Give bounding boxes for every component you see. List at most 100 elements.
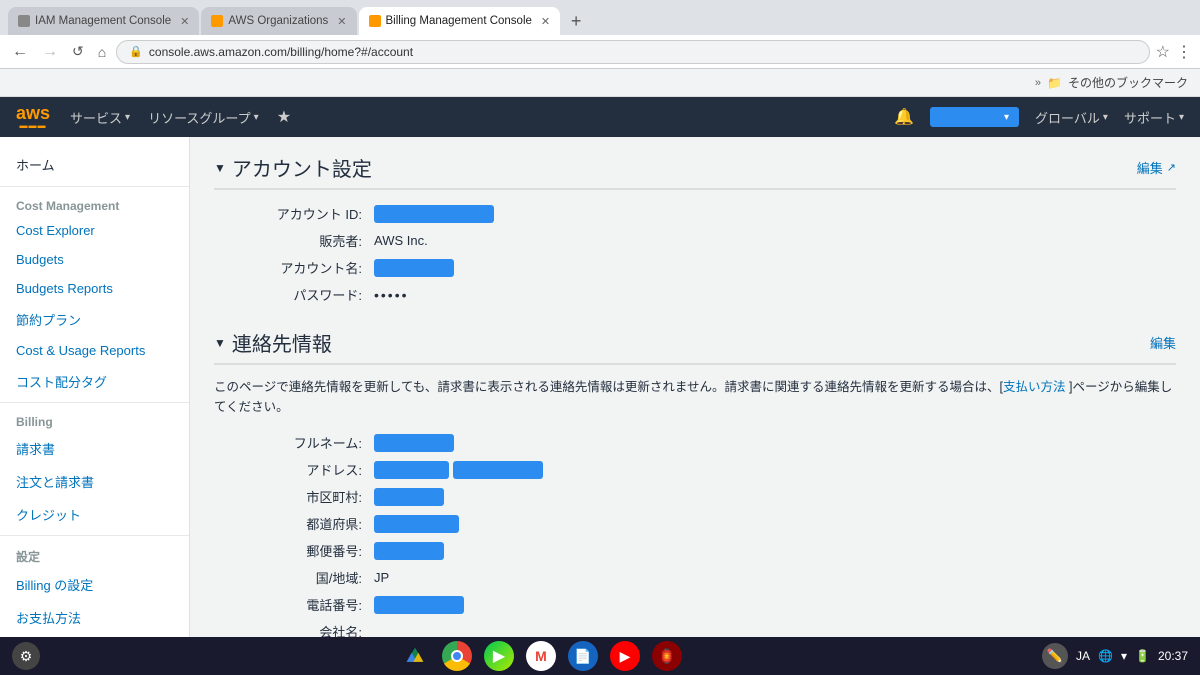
account-edit-link[interactable]: 編集 ↗ bbox=[1137, 158, 1176, 177]
resource-groups-label: リソースグループ bbox=[148, 108, 251, 127]
star-bookmark[interactable]: ☆ bbox=[1156, 42, 1170, 62]
taskbar-extra-icon[interactable]: 🏮 bbox=[652, 641, 682, 671]
prefecture-value bbox=[374, 515, 459, 533]
tab-orgs[interactable]: AWS Organizations ✕ bbox=[201, 7, 356, 35]
address-value2 bbox=[453, 461, 543, 479]
phone-label: 電話番号: bbox=[214, 595, 374, 614]
taskbar-gmail-icon[interactable]: M bbox=[526, 641, 556, 671]
taskbar-edit-icon[interactable]: ✏️ bbox=[1042, 643, 1068, 669]
account-id-value bbox=[374, 205, 494, 223]
country-row: 国/地域: JP bbox=[214, 568, 1176, 587]
taskbar-dropdown-icon[interactable]: ▾ bbox=[1121, 649, 1127, 663]
external-link-icon: ↗ bbox=[1167, 161, 1176, 174]
tab-iam-label: IAM Management Console bbox=[35, 15, 171, 27]
sidebar-section-cost-management: Cost Management bbox=[0, 191, 189, 216]
contact-collapse-icon[interactable]: ▼ bbox=[214, 336, 226, 350]
bookmark-extend: » bbox=[1035, 77, 1041, 89]
tab-billing-close[interactable]: ✕ bbox=[541, 15, 550, 28]
main-content: ▼ アカウント設定 編集 ↗ アカウント ID: 販売者: AWS Inc. bbox=[190, 137, 1200, 637]
new-tab-button[interactable]: + bbox=[562, 7, 590, 35]
password-label: パスワード: bbox=[214, 285, 374, 304]
url-input[interactable]: 🔒 console.aws.amazon.com/billing/home?#/… bbox=[116, 40, 1149, 64]
tab-iam[interactable]: IAM Management Console ✕ bbox=[8, 7, 199, 35]
password-row: パスワード: ••••• bbox=[214, 285, 1176, 304]
taskbar-network-icon: 🌐 bbox=[1098, 649, 1113, 663]
taskbar-center: ▶ M 📄 ▶ 🏮 bbox=[50, 641, 1032, 671]
tab-orgs-close[interactable]: ✕ bbox=[337, 15, 346, 28]
home-button[interactable]: ⌂ bbox=[94, 42, 110, 62]
seller-label: 販売者: bbox=[214, 231, 374, 250]
sidebar-item-cost-explorer[interactable]: Cost Explorer bbox=[0, 216, 189, 245]
forward-button[interactable]: → bbox=[38, 41, 62, 63]
aws-logo[interactable]: aws ▬▬▬ bbox=[16, 104, 50, 130]
contact-info-section: ▼ 連絡先情報 編集 このページで連絡先情報を更新しても、請求書に表示される連絡… bbox=[214, 328, 1176, 637]
sidebar-section-settings: 設定 bbox=[0, 540, 189, 568]
sidebar-item-orders[interactable]: 注文と請求書 bbox=[0, 465, 189, 498]
taskbar-time: 20:37 bbox=[1158, 649, 1188, 663]
tab-billing[interactable]: Billing Management Console ✕ bbox=[359, 7, 561, 35]
support-label: サポート bbox=[1124, 108, 1176, 127]
reload-button[interactable]: ↺ bbox=[68, 41, 88, 62]
favorites-icon[interactable]: ★ bbox=[277, 107, 291, 127]
account-name-value bbox=[374, 259, 454, 277]
sidebar-item-billing-settings[interactable]: Billing の設定 bbox=[0, 568, 189, 601]
taskbar-battery-icon: 🔋 bbox=[1135, 649, 1150, 663]
services-label: サービス bbox=[70, 108, 122, 127]
services-menu[interactable]: サービス ▾ bbox=[70, 108, 130, 127]
postal-label: 郵便番号: bbox=[214, 541, 374, 560]
address-row: アドレス: bbox=[214, 460, 1176, 479]
taskbar-youtube-icon[interactable]: ▶ bbox=[610, 641, 640, 671]
orgs-favicon bbox=[211, 15, 223, 27]
global-menu[interactable]: グローバル ▾ bbox=[1035, 108, 1108, 127]
account-button[interactable]: ▾ bbox=[930, 107, 1019, 127]
sidebar-item-budgets-reports[interactable]: Budgets Reports bbox=[0, 274, 189, 303]
sidebar-item-home[interactable]: ホーム bbox=[0, 147, 189, 182]
seller-row: 販売者: AWS Inc. bbox=[214, 231, 1176, 250]
menu-button[interactable]: ⋮ bbox=[1176, 42, 1192, 62]
bell-icon[interactable]: 🔔 bbox=[894, 107, 914, 127]
taskbar: ⚙ ▶ M 📄 ▶ 🏮 ✏️ JA 🌐 ▾ 🔋 20:37 bbox=[0, 637, 1200, 675]
taskbar-right: ✏️ JA 🌐 ▾ 🔋 20:37 bbox=[1042, 643, 1188, 669]
aws-top-nav: aws ▬▬▬ サービス ▾ リソースグループ ▾ ★ 🔔 ▾ グローバル ▾ … bbox=[0, 97, 1200, 137]
sidebar-item-payment-methods[interactable]: お支払方法 bbox=[0, 601, 189, 634]
support-menu[interactable]: サポート ▾ bbox=[1124, 108, 1184, 127]
sidebar: ホーム Cost Management Cost Explorer Budget… bbox=[0, 137, 190, 637]
company-label: 会社名: bbox=[214, 622, 374, 637]
account-button-text bbox=[940, 110, 1000, 124]
collapse-icon[interactable]: ▼ bbox=[214, 161, 226, 175]
tab-iam-close[interactable]: ✕ bbox=[180, 15, 189, 28]
contact-edit-link[interactable]: 編集 bbox=[1150, 333, 1176, 352]
sidebar-item-invoices[interactable]: 請求書 bbox=[0, 432, 189, 465]
sidebar-item-cost-allocation-tags[interactable]: コスト配分タグ bbox=[0, 365, 189, 398]
payment-method-link[interactable]: 支払い方法 bbox=[1003, 380, 1066, 394]
taskbar-chrome-icon[interactable] bbox=[442, 641, 472, 671]
taskbar-settings-icon[interactable]: ⚙ bbox=[12, 642, 40, 670]
prefecture-label: 都道府県: bbox=[214, 514, 374, 533]
resource-groups-chevron: ▾ bbox=[254, 112, 259, 123]
back-button[interactable]: ← bbox=[8, 41, 32, 63]
taskbar-drive-icon[interactable] bbox=[400, 641, 430, 671]
bookmark-bar: » 📁 その他のブックマーク bbox=[0, 69, 1200, 97]
sidebar-divider-2 bbox=[0, 402, 189, 403]
sidebar-item-credits[interactable]: クレジット bbox=[0, 498, 189, 531]
address-bar: ← → ↺ ⌂ 🔒 console.aws.amazon.com/billing… bbox=[0, 35, 1200, 69]
other-bookmarks-label[interactable]: その他のブックマーク bbox=[1068, 74, 1188, 91]
support-chevron: ▾ bbox=[1179, 112, 1184, 123]
sidebar-item-savings-plan[interactable]: 節約プラン bbox=[0, 303, 189, 336]
sidebar-item-cost-usage-reports[interactable]: Cost & Usage Reports bbox=[0, 336, 189, 365]
company-row: 会社名: bbox=[214, 622, 1176, 637]
taskbar-locale: JA bbox=[1076, 649, 1090, 663]
password-value: ••••• bbox=[374, 287, 409, 303]
contact-notice: このページで連絡先情報を更新しても、請求書に表示される連絡先情報は更新されません… bbox=[214, 377, 1176, 417]
services-chevron: ▾ bbox=[125, 112, 130, 123]
taskbar-docs-icon[interactable]: 📄 bbox=[568, 641, 598, 671]
fullname-row: フルネーム: bbox=[214, 433, 1176, 452]
sidebar-divider-1 bbox=[0, 186, 189, 187]
global-chevron: ▾ bbox=[1103, 112, 1108, 123]
global-label: グローバル bbox=[1035, 108, 1100, 127]
account-settings-header: ▼ アカウント設定 編集 ↗ bbox=[214, 153, 1176, 190]
nav-right: 🔔 ▾ グローバル ▾ サポート ▾ bbox=[894, 107, 1184, 127]
resource-groups-menu[interactable]: リソースグループ ▾ bbox=[148, 108, 259, 127]
sidebar-item-budgets[interactable]: Budgets bbox=[0, 245, 189, 274]
taskbar-play-icon[interactable]: ▶ bbox=[484, 641, 514, 671]
